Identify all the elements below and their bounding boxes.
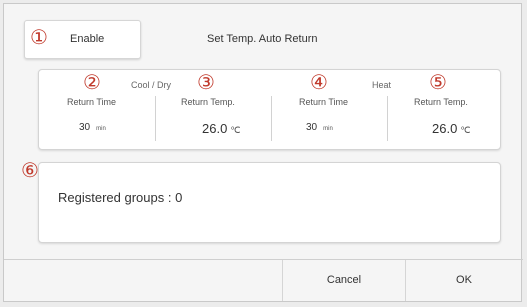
- cool-return-time-label: Return Time: [67, 97, 117, 107]
- divider: [271, 96, 272, 141]
- registered-groups-text: Registered groups : 0: [58, 190, 183, 205]
- callout-2: ②: [83, 72, 101, 94]
- callout-1: ①: [30, 27, 48, 49]
- cool-return-temp-label: Return Temp.: [181, 97, 235, 107]
- heat-label: Heat: [372, 80, 392, 90]
- callout-3: ③: [197, 72, 215, 94]
- heat-return-temp-value[interactable]: 26.0 ℃: [432, 121, 470, 136]
- cancel-button[interactable]: Cancel: [283, 260, 405, 301]
- cool-return-time-value[interactable]: 30 min: [79, 122, 106, 133]
- cool-dry-label: Cool / Dry: [131, 80, 172, 90]
- heat-return-time-label: Return Time: [299, 97, 349, 107]
- divider: [387, 96, 388, 141]
- heat-return-time-value[interactable]: 30 min: [306, 122, 333, 133]
- divider: [155, 96, 156, 141]
- ok-button[interactable]: OK: [406, 260, 522, 301]
- dialog-title: Set Temp. Auto Return: [207, 33, 318, 45]
- callout-4: ④: [310, 72, 328, 94]
- cool-return-temp-value[interactable]: 26.0 ℃: [202, 121, 240, 136]
- callout-6: ⑥: [21, 160, 39, 182]
- callout-5: ⑤: [429, 72, 447, 94]
- heat-return-temp-label: Return Temp.: [414, 97, 468, 107]
